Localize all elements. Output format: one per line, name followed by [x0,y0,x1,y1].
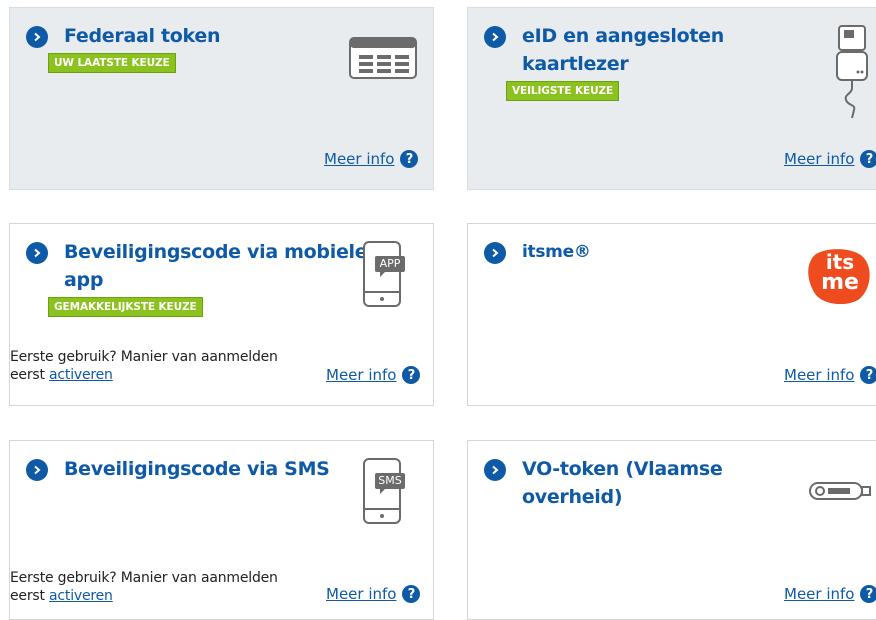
meer-info-link[interactable]: Meer info [324,150,394,168]
chevron-right-icon[interactable] [26,459,48,481]
chevron-right-icon[interactable] [484,242,506,264]
sms-label: SMS [378,474,402,487]
help-icon[interactable]: ? [860,150,876,168]
card-title[interactable]: itsme® [522,237,591,267]
card-title-line1[interactable]: VO-token (Vlaamse [522,454,723,484]
card-sms[interactable]: Beveiligingscode via SMS SMS Eerste gebr… [9,440,434,620]
card-federaal-token[interactable]: Federaal token UW LAATSTE KEUZE Meer inf… [9,7,434,190]
easiest-choice-badge: GEMAKKELIJKSTE KEUZE [48,297,203,317]
first-use-prefix: eerst [10,367,45,383]
itsme-logo: its me [808,248,872,304]
safest-choice-badge: VEILIGSTE KEUZE [506,81,620,101]
card-title-line2[interactable]: app [64,265,367,295]
help-icon[interactable]: ? [400,150,419,168]
meer-info-link[interactable]: Meer info [784,150,854,168]
chevron-right-icon[interactable] [26,26,48,48]
card-vo-token[interactable]: VO-token (Vlaamse overheid) Meer info ? [467,440,876,620]
card-title[interactable]: Federaal token [64,21,221,51]
activate-link[interactable]: activeren [49,367,113,383]
card-title-line2[interactable]: kaartlezer [522,49,724,79]
last-choice-badge: UW LAATSTE KEUZE [48,53,176,73]
first-use-text: Eerste gebruik? Manier van aanmelden [10,349,278,365]
phone-sms-icon: SMS [362,457,406,525]
activate-link[interactable]: activeren [49,588,113,604]
meer-info-link[interactable]: Meer info [784,366,854,384]
help-icon[interactable]: ? [402,585,421,603]
help-icon[interactable]: ? [860,585,876,603]
chevron-right-icon[interactable] [484,459,506,481]
phone-app-icon: APP [362,240,406,308]
card-title-line1[interactable]: eID en aangesloten [522,21,724,51]
chevron-right-icon[interactable] [26,242,48,264]
itsme-logo-line2: me [821,270,859,295]
meer-info-link[interactable]: Meer info [784,585,854,603]
help-icon[interactable]: ? [402,366,421,384]
meer-info-link[interactable]: Meer info [326,585,396,603]
card-mobiele-app[interactable]: Beveiligingscode via mobiele app GEMAKKE… [9,223,434,406]
card-title[interactable]: Beveiligingscode via SMS [64,454,330,484]
chevron-right-icon[interactable] [484,26,506,48]
help-icon[interactable]: ? [860,366,876,384]
first-use-prefix: eerst [10,588,45,604]
first-use-text: Eerste gebruik? Manier van aanmelden [10,570,278,586]
card-title-line1[interactable]: Beveiligingscode via mobiele [64,237,368,267]
card-title-line2[interactable]: overheid) [522,482,723,512]
meer-info-link[interactable]: Meer info [326,366,396,384]
card-itsme[interactable]: itsme® its me Meer info ? [467,223,876,406]
itsme-logo-line1: its [825,250,855,274]
app-label: APP [379,257,401,270]
token-keypad-icon [349,37,417,79]
card-eid[interactable]: eID en aangesloten kaartlezer VEILIGSTE … [467,7,876,190]
card-reader-icon [836,25,868,119]
usb-token-icon [809,482,871,500]
